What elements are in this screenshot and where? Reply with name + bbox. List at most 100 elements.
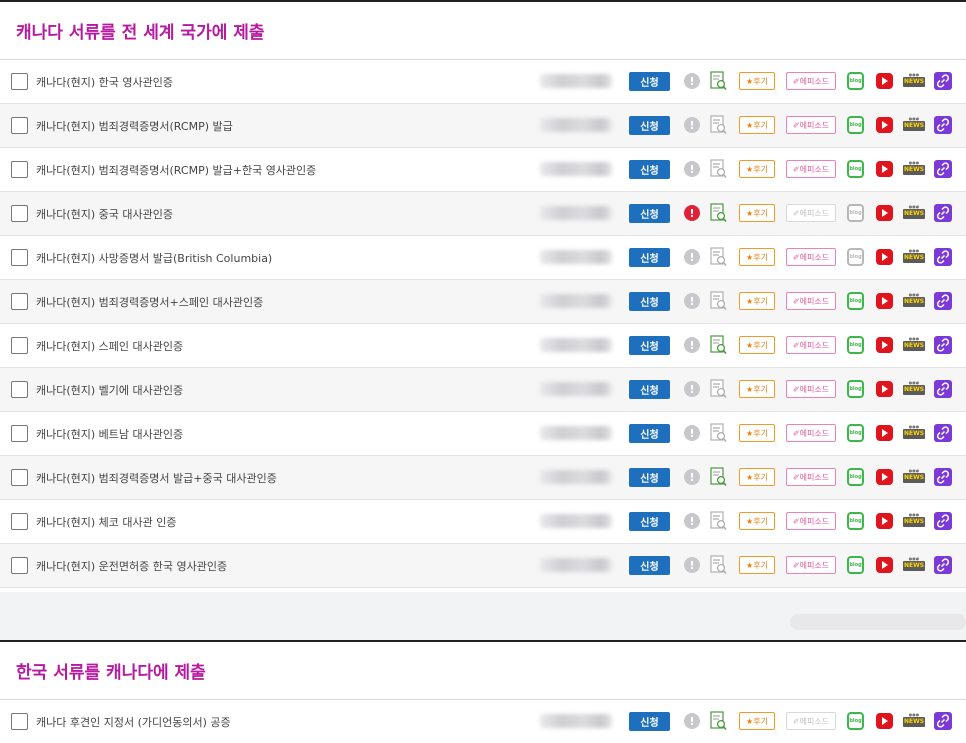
youtube-icon[interactable] [876, 117, 893, 133]
review-badge[interactable]: ★후기 [739, 116, 775, 134]
document-name[interactable]: 캐나다(현지) 벨기에 대사관인증 [36, 382, 183, 398]
episode-badge[interactable]: ✐에피소드 [786, 160, 836, 178]
exclamation-icon[interactable]: ! [684, 161, 700, 177]
apply-button[interactable]: 신청 [629, 468, 670, 487]
document-name[interactable]: 캐나다(현지) 중국 대사관인증 [36, 206, 173, 222]
scroll-indicator[interactable] [790, 614, 966, 630]
link-icon[interactable] [934, 204, 952, 222]
exclamation-icon[interactable]: ! [684, 117, 700, 133]
exclamation-icon[interactable]: ! [684, 249, 700, 265]
select-checkbox[interactable] [11, 73, 28, 90]
select-checkbox[interactable] [11, 337, 28, 354]
review-badge[interactable]: ★후기 [739, 712, 775, 730]
document-search-icon[interactable] [710, 291, 727, 311]
review-badge[interactable]: ★후기 [739, 248, 775, 266]
document-name[interactable]: 캐나다(현지) 운전면허증 한국 영사관인증 [36, 558, 227, 574]
select-checkbox[interactable] [11, 469, 28, 486]
document-name[interactable]: 캐나다(현지) 범죄경력증명서 발급+중국 대사관인증 [36, 470, 277, 486]
exclamation-icon[interactable]: ! [684, 293, 700, 309]
youtube-icon[interactable] [876, 161, 893, 177]
blog-icon[interactable]: blog [847, 380, 864, 398]
exclamation-icon[interactable]: ! [684, 713, 700, 729]
document-name[interactable]: 캐나다(현지) 범죄경력증명서+스페인 대사관인증 [36, 294, 263, 310]
link-icon[interactable] [934, 292, 952, 310]
youtube-icon[interactable] [876, 293, 893, 309]
episode-badge[interactable]: ✐에피소드 [786, 292, 836, 310]
review-badge[interactable]: ★후기 [739, 336, 775, 354]
link-icon[interactable] [934, 160, 952, 178]
episode-badge[interactable]: ✐에피소드 [786, 424, 836, 442]
document-search-icon[interactable] [710, 247, 727, 267]
select-checkbox[interactable] [11, 293, 28, 310]
exclamation-icon[interactable]: ! [684, 425, 700, 441]
exclamation-icon[interactable]: ! [684, 205, 700, 221]
document-name[interactable]: 캐나다(현지) 한국 영사관인증 [36, 74, 173, 90]
link-icon[interactable] [934, 712, 952, 730]
review-badge[interactable]: ★후기 [739, 204, 775, 222]
link-icon[interactable] [934, 468, 952, 486]
link-icon[interactable] [934, 380, 952, 398]
episode-badge[interactable]: ✐에피소드 [786, 248, 836, 266]
review-badge[interactable]: ★후기 [739, 160, 775, 178]
document-search-icon[interactable] [710, 71, 727, 91]
document-name[interactable]: 캐나다(현지) 스페인 대사관인증 [36, 338, 183, 354]
document-search-icon[interactable] [710, 511, 727, 531]
youtube-icon[interactable] [876, 337, 893, 353]
document-name[interactable]: 캐나다(현지) 범죄경력증명서(RCMP) 발급+한국 영사관인증 [36, 162, 316, 178]
news-icon[interactable]: ●●● NEWS [903, 160, 925, 178]
select-checkbox[interactable] [11, 249, 28, 266]
link-icon[interactable] [934, 424, 952, 442]
document-name[interactable]: 캐나다(현지) 사망증명서 발급(British Columbia) [36, 250, 272, 266]
episode-badge[interactable]: ✐에피소드 [786, 116, 836, 134]
apply-button[interactable]: 신청 [629, 292, 670, 311]
review-badge[interactable]: ★후기 [739, 556, 775, 574]
episode-badge[interactable]: ✐에피소드 [786, 556, 836, 574]
select-checkbox[interactable] [11, 205, 28, 222]
episode-badge[interactable]: ✐에피소드 [786, 72, 836, 90]
apply-button[interactable]: 신청 [629, 160, 670, 179]
document-search-icon[interactable] [710, 203, 727, 223]
select-checkbox[interactable] [11, 513, 28, 530]
youtube-icon[interactable] [876, 513, 893, 529]
review-badge[interactable]: ★후기 [739, 72, 775, 90]
youtube-icon[interactable] [876, 249, 893, 265]
episode-badge[interactable]: ✐에피소드 [786, 712, 836, 730]
link-icon[interactable] [934, 556, 952, 574]
apply-button[interactable]: 신청 [629, 556, 670, 575]
news-icon[interactable]: ●●● NEWS [903, 424, 925, 442]
youtube-icon[interactable] [876, 469, 893, 485]
document-search-icon[interactable] [710, 115, 727, 135]
review-badge[interactable]: ★후기 [739, 512, 775, 530]
apply-button[interactable]: 신청 [629, 424, 670, 443]
blog-icon[interactable]: blog [847, 248, 864, 266]
document-name[interactable]: 캐나다(현지) 체코 대사관 인증 [36, 514, 177, 530]
link-icon[interactable] [934, 116, 952, 134]
news-icon[interactable]: ●●● NEWS [903, 72, 925, 90]
apply-button[interactable]: 신청 [629, 72, 670, 91]
select-checkbox[interactable] [11, 117, 28, 134]
news-icon[interactable]: ●●● NEWS [903, 336, 925, 354]
document-search-icon[interactable] [710, 711, 727, 731]
youtube-icon[interactable] [876, 713, 893, 729]
link-icon[interactable] [934, 336, 952, 354]
news-icon[interactable]: ●●● NEWS [903, 204, 925, 222]
link-icon[interactable] [934, 72, 952, 90]
news-icon[interactable]: ●●● NEWS [903, 556, 925, 574]
exclamation-icon[interactable]: ! [684, 513, 700, 529]
blog-icon[interactable]: blog [847, 556, 864, 574]
blog-icon[interactable]: blog [847, 512, 864, 530]
select-checkbox[interactable] [11, 161, 28, 178]
document-name[interactable]: 캐나다(현지) 베트남 대사관인증 [36, 426, 183, 442]
exclamation-icon[interactable]: ! [684, 337, 700, 353]
blog-icon[interactable]: blog [847, 468, 864, 486]
blog-icon[interactable]: blog [847, 336, 864, 354]
apply-button[interactable]: 신청 [629, 204, 670, 223]
news-icon[interactable]: ●●● NEWS [903, 712, 925, 730]
link-icon[interactable] [934, 248, 952, 266]
blog-icon[interactable]: blog [847, 712, 864, 730]
document-search-icon[interactable] [710, 555, 727, 575]
exclamation-icon[interactable]: ! [684, 469, 700, 485]
blog-icon[interactable]: blog [847, 160, 864, 178]
apply-button[interactable]: 신청 [629, 712, 670, 731]
document-search-icon[interactable] [710, 159, 727, 179]
